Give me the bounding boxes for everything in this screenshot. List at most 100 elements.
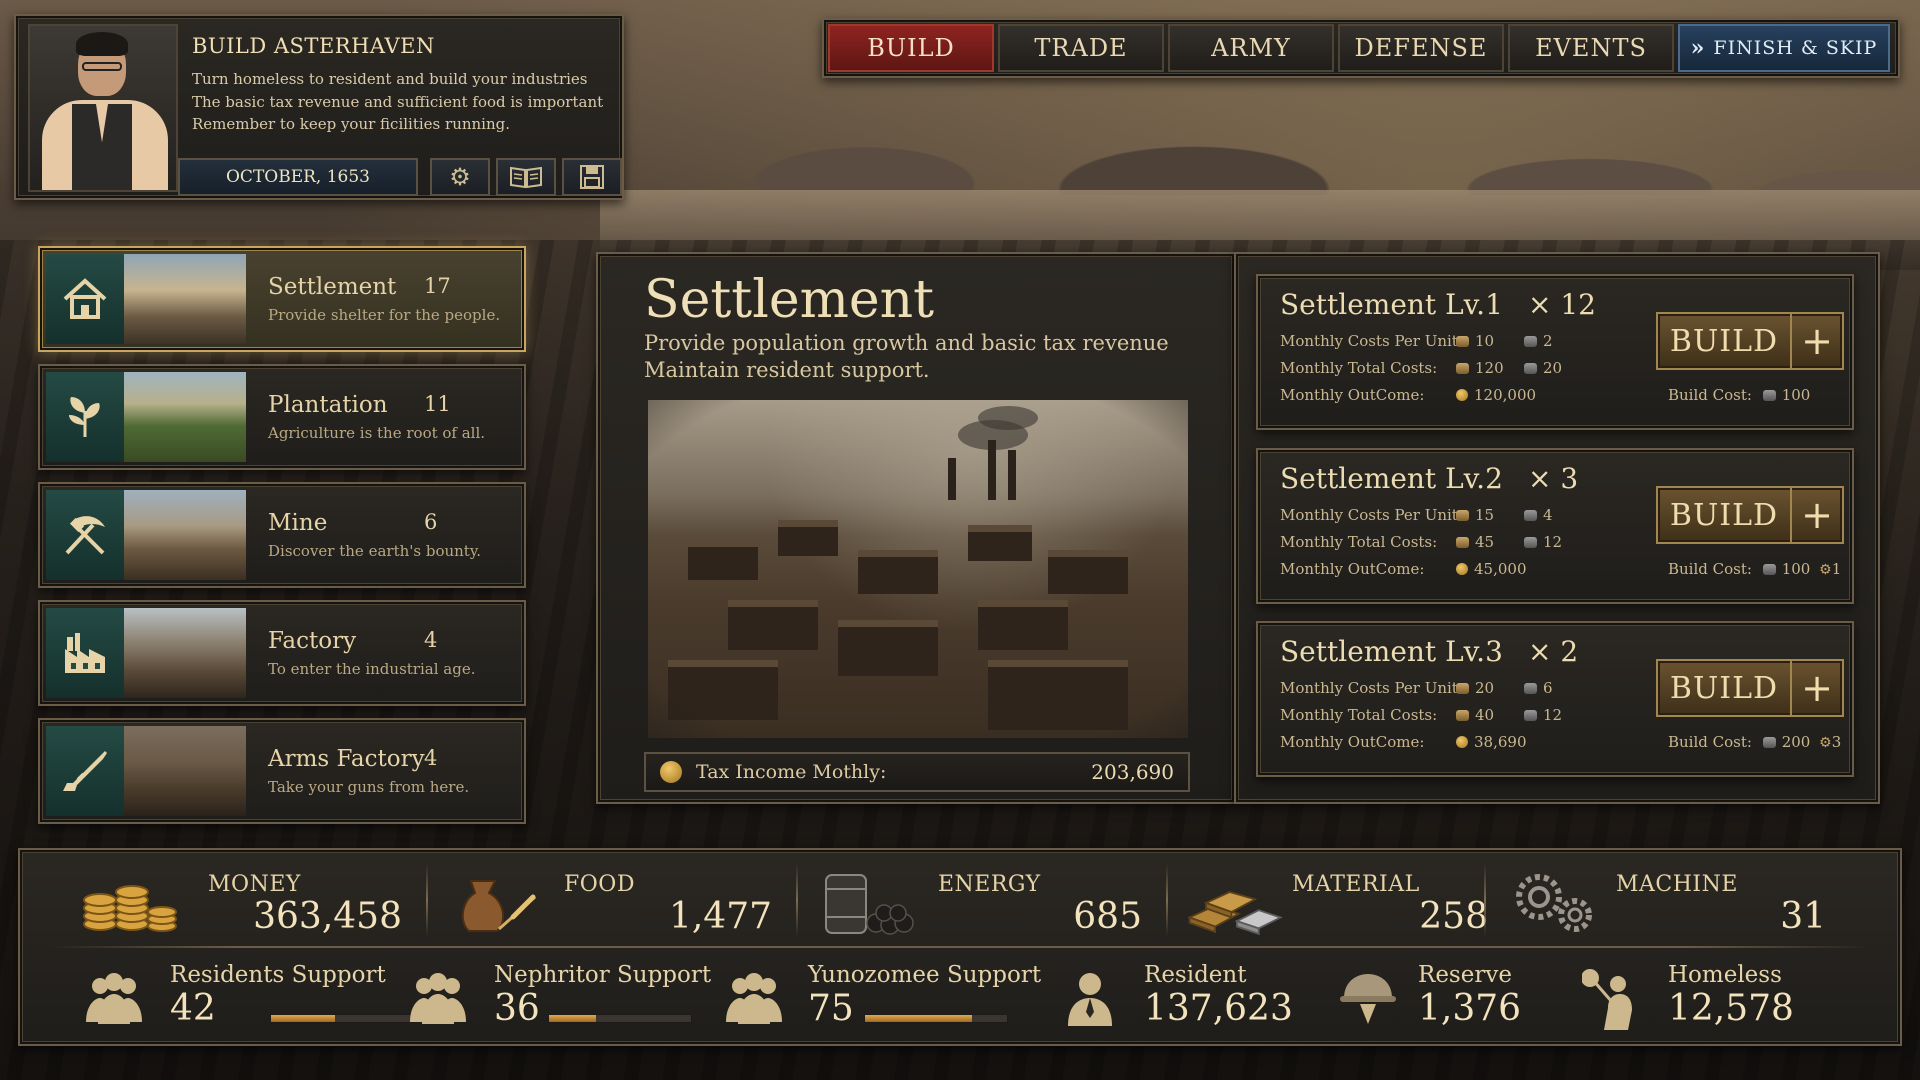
outcome-value: 38,690 xyxy=(1474,733,1527,751)
plus-icon[interactable]: + xyxy=(1790,314,1842,368)
row-label: Monthly OutCome: xyxy=(1280,733,1425,751)
resource-food: FOOD 1,477 xyxy=(450,860,790,940)
separator xyxy=(1484,864,1486,936)
journal-button[interactable] xyxy=(496,158,556,196)
stat-name: Yunozomee Support xyxy=(808,962,1042,988)
level-name: Settlement Lv.3 xyxy=(1280,635,1503,668)
gear-icon: ⚙ xyxy=(1819,735,1832,751)
row-label: Monthly Total Costs: xyxy=(1280,533,1438,551)
resource-name: MATERIAL xyxy=(1292,872,1420,897)
build-cost: Build Cost: 100 xyxy=(1668,386,1810,404)
build-cost-machine: 3 xyxy=(1831,733,1842,751)
save-icon xyxy=(580,165,604,189)
coal-barrel-icon xyxy=(820,864,920,940)
plus-icon[interactable]: + xyxy=(1790,661,1842,715)
outcome-value: 120,000 xyxy=(1474,386,1537,404)
separator xyxy=(426,864,428,936)
plus-icon[interactable]: + xyxy=(1790,488,1842,542)
detail-title: Settlement xyxy=(644,270,935,330)
finish-skip-button[interactable]: » FINISH & SKIP xyxy=(1678,24,1890,72)
settings-button[interactable]: ⚙ xyxy=(430,158,490,196)
build-cost-label: Build Cost: xyxy=(1668,386,1752,404)
category-count: 11 xyxy=(424,392,451,416)
category-mine[interactable]: Mine 6 Discover the earth's bounty. xyxy=(38,482,526,588)
energy-icon xyxy=(1524,710,1537,721)
resource-machine: MACHINE 31 xyxy=(1504,860,1844,940)
stat-nephritor-support: Nephritor Support 36 xyxy=(408,954,718,1038)
support-bar-fill xyxy=(549,1015,596,1022)
level-count: × 12 xyxy=(1528,288,1596,321)
house-icon xyxy=(46,254,124,344)
levels-panel: Settlement Lv.1 × 12 Monthly Costs Per U… xyxy=(1234,252,1880,804)
stat-name: Resident xyxy=(1144,962,1247,988)
mine-thumbnail xyxy=(124,490,246,580)
resource-value: 685 xyxy=(1073,896,1142,937)
save-button[interactable] xyxy=(562,158,622,196)
food-cost: 10 xyxy=(1475,332,1495,350)
category-arms-factory[interactable]: Arms Factory 4 Take your guns from here. xyxy=(38,718,526,824)
support-bar-fill xyxy=(865,1015,972,1022)
stat-value: 36 xyxy=(494,988,540,1029)
food-icon xyxy=(1456,510,1469,521)
person-icon xyxy=(1062,968,1122,1028)
double-chevron-icon: » xyxy=(1690,35,1706,61)
stat-name: Reserve xyxy=(1418,962,1512,988)
settlement-artwork xyxy=(648,400,1188,738)
support-bar xyxy=(864,1014,1008,1023)
build-button[interactable]: BUILD + xyxy=(1656,312,1844,370)
arms-factory-thumbnail xyxy=(124,726,246,816)
energy-icon xyxy=(1524,336,1537,347)
food-total: 120 xyxy=(1475,359,1504,377)
build-label: BUILD xyxy=(1669,670,1779,706)
category-plantation[interactable]: Plantation 11 Agriculture is the root of… xyxy=(38,364,526,470)
build-button[interactable]: BUILD + xyxy=(1656,659,1844,717)
food-icon xyxy=(1456,710,1469,721)
level-count: × 3 xyxy=(1528,462,1579,495)
tab-army[interactable]: ARMY xyxy=(1168,24,1334,72)
build-cost: Build Cost: 100 ⚙1 xyxy=(1668,560,1841,578)
finish-skip-label: FINISH & SKIP xyxy=(1713,37,1878,59)
stat-value: 42 xyxy=(170,988,216,1029)
total-cost-row: Monthly Total Costs: 45 12 xyxy=(1280,533,1562,551)
detail-subtitle: Provide population growth and basic tax … xyxy=(644,330,1169,384)
level-name: Settlement Lv.2 xyxy=(1280,462,1503,495)
row-label: Monthly Costs Per Unit: xyxy=(1280,679,1463,697)
tab-trade[interactable]: TRADE xyxy=(998,24,1164,72)
gears-icon xyxy=(1504,864,1604,940)
pickaxe-icon xyxy=(46,490,124,580)
category-desc: Provide shelter for the people. xyxy=(268,306,501,324)
build-cost-machine: 1 xyxy=(1831,560,1842,578)
food-cost: 20 xyxy=(1475,679,1495,697)
food-cost: 15 xyxy=(1475,506,1495,524)
row-label: Monthly Total Costs: xyxy=(1280,359,1438,377)
category-count: 4 xyxy=(424,746,438,770)
build-button[interactable]: BUILD + xyxy=(1656,486,1844,544)
background-mountains xyxy=(600,85,1920,195)
energy-total: 20 xyxy=(1543,359,1563,377)
tab-events[interactable]: EVENTS xyxy=(1508,24,1674,72)
resource-name: MACHINE xyxy=(1616,872,1738,897)
support-bar xyxy=(548,1014,692,1023)
game-date: OCTOBER, 1653 xyxy=(178,158,418,196)
stat-value: 137,623 xyxy=(1144,988,1293,1029)
level-count: × 2 xyxy=(1528,635,1579,668)
tab-build[interactable]: BUILD xyxy=(828,24,994,72)
resource-name: ENERGY xyxy=(938,872,1041,897)
cost-per-unit-row: Monthly Costs Per Unit: 10 2 xyxy=(1280,332,1553,350)
tab-defense[interactable]: DEFENSE xyxy=(1338,24,1504,72)
stat-homeless: Homeless 12,578 xyxy=(1581,954,1882,1038)
gear-icon: ⚙ xyxy=(449,163,471,191)
mission-line: Remember to keep your ficilities running… xyxy=(192,115,511,133)
stat-name: Nephritor Support xyxy=(494,962,712,988)
mission-panel: BUILD ASTERHAVEN Turn homeless to reside… xyxy=(14,14,624,200)
category-name: Mine xyxy=(268,510,328,536)
divider xyxy=(50,946,1870,948)
people-icon xyxy=(408,968,468,1028)
category-settlement[interactable]: Settlement 17 Provide shelter for the pe… xyxy=(38,246,526,352)
resource-name: FOOD xyxy=(564,872,635,897)
mission-title: BUILD ASTERHAVEN xyxy=(192,34,435,58)
category-factory[interactable]: Factory 4 To enter the industrial age. xyxy=(38,600,526,706)
advisor-portrait xyxy=(28,24,178,192)
energy-total: 12 xyxy=(1543,533,1563,551)
row-label: Monthly Total Costs: xyxy=(1280,706,1438,724)
